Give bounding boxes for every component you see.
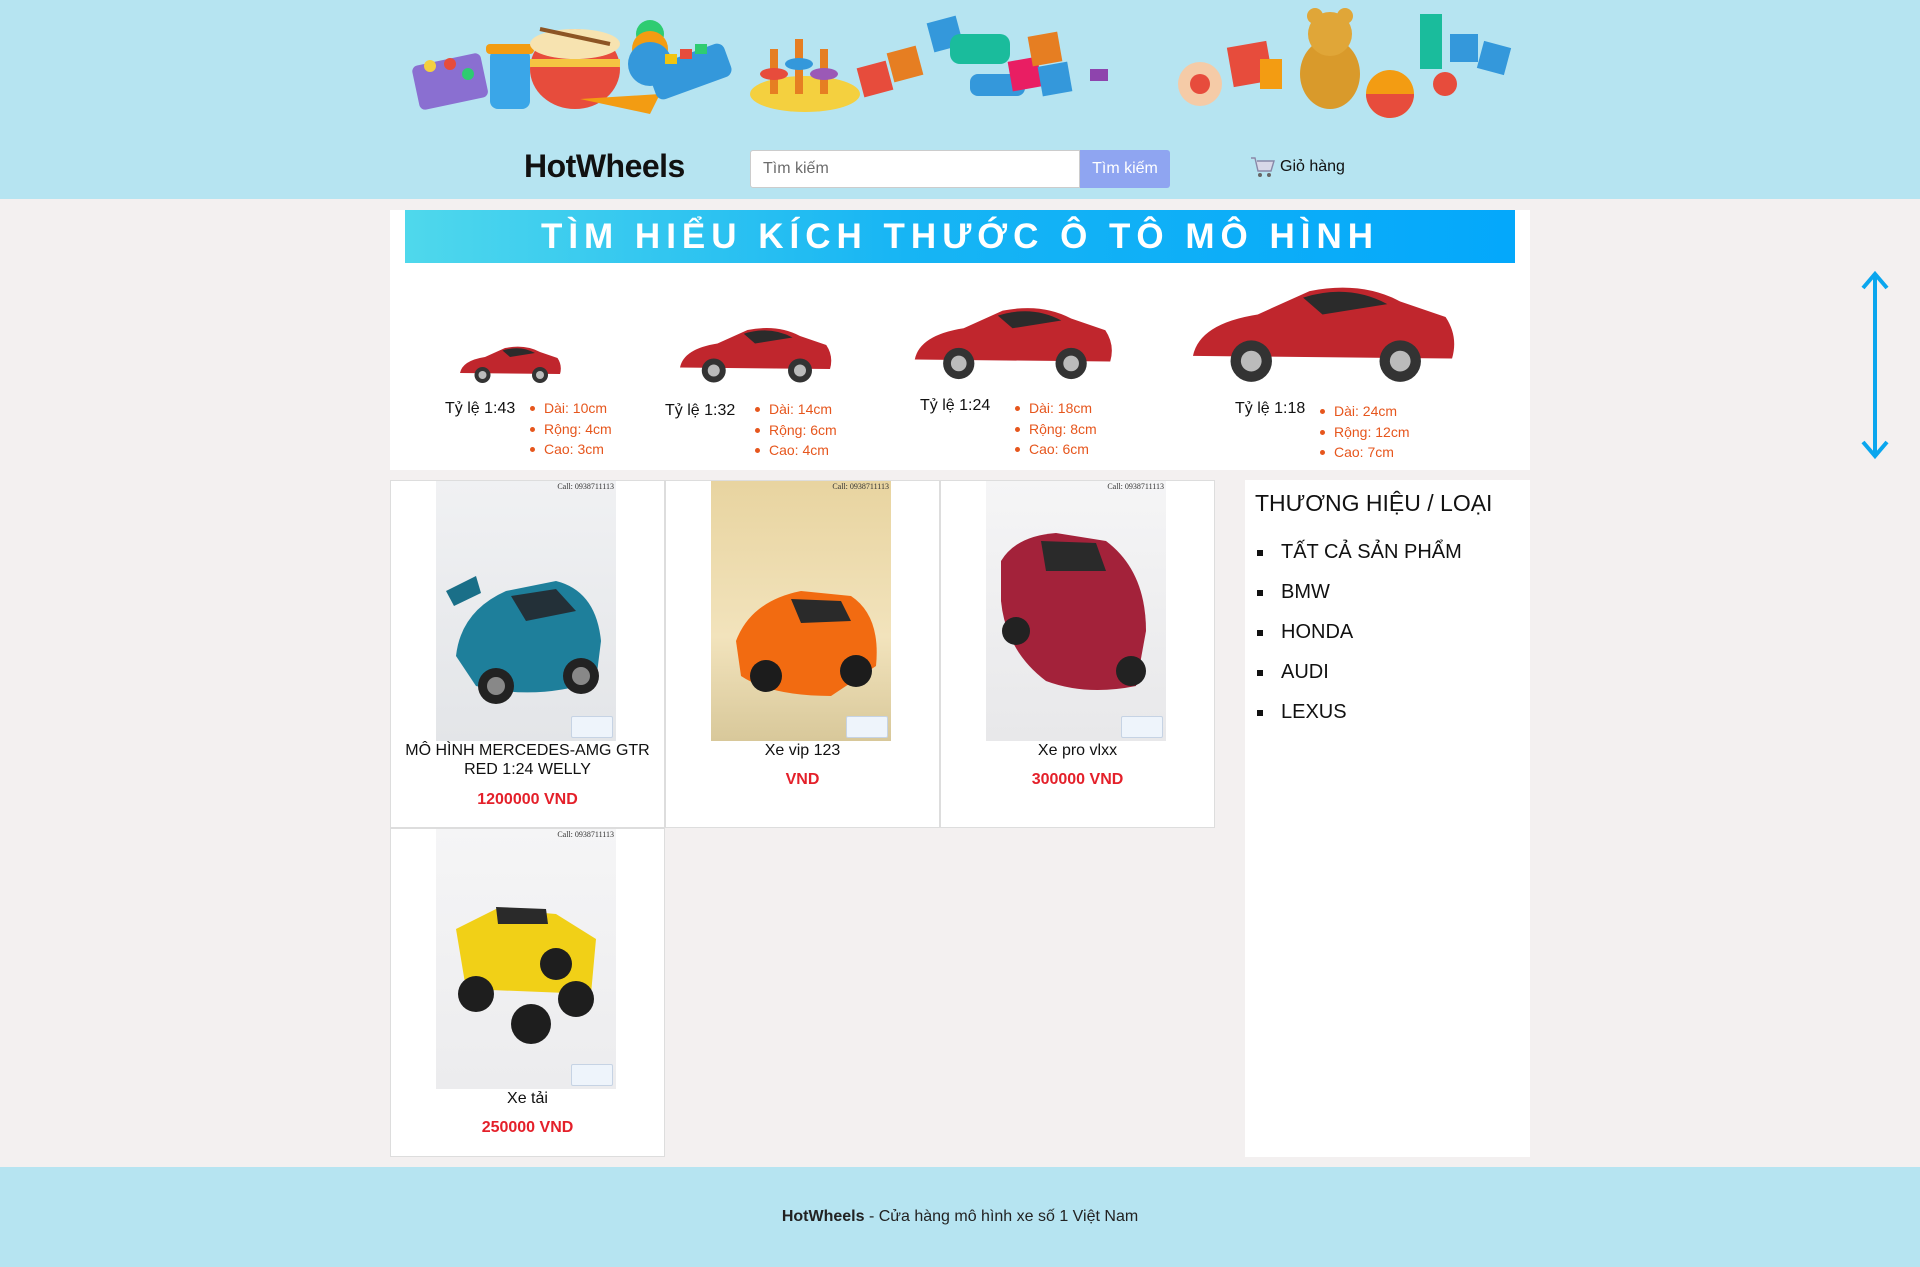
toy-illustration bbox=[412, 8, 1512, 118]
dim-width: Rộng: 6cm bbox=[755, 420, 837, 441]
dim-height: Cao: 3cm bbox=[530, 439, 612, 460]
product-watermark: Call: 0938711113 bbox=[557, 830, 614, 839]
cart-label: Giỏ hàng bbox=[1280, 158, 1345, 175]
dim-length: Dài: 14cm bbox=[755, 399, 837, 420]
sidebar-title: THƯƠNG HIỆU / LOẠI bbox=[1255, 490, 1493, 516]
car-1-18-image bbox=[1192, 287, 1455, 382]
cart-link[interactable]: Giỏ hàng bbox=[1250, 155, 1345, 179]
scale-guide-title: TÌM HIỂU KÍCH THƯỚC Ô TÔ MÔ HÌNH bbox=[405, 210, 1515, 263]
scale-dims-1-24: Dài: 18cm Rộng: 8cm Cao: 6cm bbox=[1015, 398, 1097, 460]
shop-logo-badge bbox=[1121, 716, 1163, 738]
shop-logo-badge bbox=[571, 716, 613, 738]
product-price: 1200000 VND bbox=[477, 791, 578, 808]
search-input[interactable] bbox=[750, 150, 1080, 188]
dim-height: Cao: 7cm bbox=[1320, 442, 1409, 463]
category-item-audi[interactable]: AUDI bbox=[1275, 652, 1462, 692]
product-price: 300000 VND bbox=[1031, 771, 1124, 788]
product-image[interactable]: Call: 0938711113 bbox=[986, 481, 1166, 741]
product-card[interactable]: Call: 0938711113 MÔ HÌNH MERCEDES-AMG GT… bbox=[390, 480, 665, 828]
dim-length: Dài: 18cm bbox=[1015, 398, 1097, 419]
arrow-vertical-icon bbox=[1861, 270, 1889, 460]
site-footer: HotWheels - Cửa hàng mô hình xe số 1 Việ… bbox=[0, 1167, 1920, 1267]
product-name[interactable]: Xe vip 123 bbox=[676, 741, 929, 760]
product-card[interactable]: Call: 0938711113 Xe pro vlxx 300000 VND bbox=[940, 480, 1215, 828]
dim-width: Rộng: 8cm bbox=[1015, 419, 1097, 440]
scale-label-1-24: Tỷ lệ 1:24 bbox=[920, 397, 991, 414]
dim-height: Cao: 6cm bbox=[1015, 439, 1097, 460]
product-watermark: Call: 0938711113 bbox=[557, 482, 614, 491]
car-1-24-image bbox=[914, 308, 1112, 380]
shop-logo-badge bbox=[571, 1064, 613, 1086]
product-card[interactable]: Call: 0938711113 Xe vip 123 VND bbox=[665, 480, 940, 828]
product-image[interactable]: Call: 0938711113 bbox=[436, 481, 616, 741]
product-price: VND bbox=[785, 771, 820, 788]
scale-dims-1-18: Dài: 24cm Rộng: 12cm Cao: 7cm bbox=[1320, 401, 1409, 463]
car-1-43-image bbox=[460, 346, 561, 383]
cart-icon bbox=[1251, 157, 1275, 177]
dim-width: Rộng: 4cm bbox=[530, 419, 612, 440]
dim-length: Dài: 24cm bbox=[1320, 401, 1409, 422]
product-image[interactable]: Call: 0938711113 bbox=[436, 829, 616, 1089]
category-item-all[interactable]: TẤT CẢ SẢN PHẨM bbox=[1275, 532, 1462, 572]
category-list: TẤT CẢ SẢN PHẨM BMW HONDA AUDI LEXUS bbox=[1275, 532, 1462, 732]
product-card[interactable]: Call: 0938711113 Xe tải 250000 VND bbox=[390, 828, 665, 1157]
category-item-lexus[interactable]: LEXUS bbox=[1275, 692, 1462, 732]
dim-width: Rộng: 12cm bbox=[1320, 422, 1409, 443]
shop-logo-badge bbox=[846, 716, 888, 738]
product-name[interactable]: Xe pro vlxx bbox=[951, 741, 1204, 760]
scale-dims-1-43: Dài: 10cm Rộng: 4cm Cao: 3cm bbox=[530, 398, 612, 460]
dim-length: Dài: 10cm bbox=[530, 398, 612, 419]
product-watermark: Call: 0938711113 bbox=[1107, 482, 1164, 491]
car-1-32-image bbox=[680, 328, 832, 383]
scale-label-1-43: Tỷ lệ 1:43 bbox=[445, 400, 516, 417]
footer-text: - Cửa hàng mô hình xe số 1 Việt Nam bbox=[864, 1208, 1139, 1225]
scale-guide-banner: TÌM HIỂU KÍCH THƯỚC Ô TÔ MÔ HÌNH Tỷ lệ 1… bbox=[390, 210, 1889, 470]
scale-dims-1-32: Dài: 14cm Rộng: 6cm Cao: 4cm bbox=[755, 399, 837, 461]
scale-label-1-18: Tỷ lệ 1:18 bbox=[1235, 400, 1306, 417]
search-button[interactable]: Tìm kiếm bbox=[1080, 150, 1170, 188]
site-header: HotWheels Tìm kiếm Giỏ hàng bbox=[0, 0, 1920, 199]
dim-height: Cao: 4cm bbox=[755, 440, 837, 461]
product-name[interactable]: MÔ HÌNH MERCEDES-AMG GTR RED 1:24 WELLY bbox=[401, 741, 654, 779]
product-image[interactable]: Call: 0938711113 bbox=[711, 481, 891, 741]
scale-label-1-32: Tỷ lệ 1:32 bbox=[665, 402, 736, 419]
category-item-bmw[interactable]: BMW bbox=[1275, 572, 1462, 612]
category-sidebar: THƯƠNG HIỆU / LOẠI TẤT CẢ SẢN PHẨM BMW H… bbox=[1245, 480, 1530, 1157]
product-name[interactable]: Xe tải bbox=[401, 1089, 654, 1108]
product-price: 250000 VND bbox=[481, 1119, 574, 1136]
site-brand[interactable]: HotWheels bbox=[524, 148, 685, 185]
product-watermark: Call: 0938711113 bbox=[832, 482, 889, 491]
category-item-honda[interactable]: HONDA bbox=[1275, 612, 1462, 652]
footer-brand: HotWheels bbox=[781, 1208, 865, 1225]
